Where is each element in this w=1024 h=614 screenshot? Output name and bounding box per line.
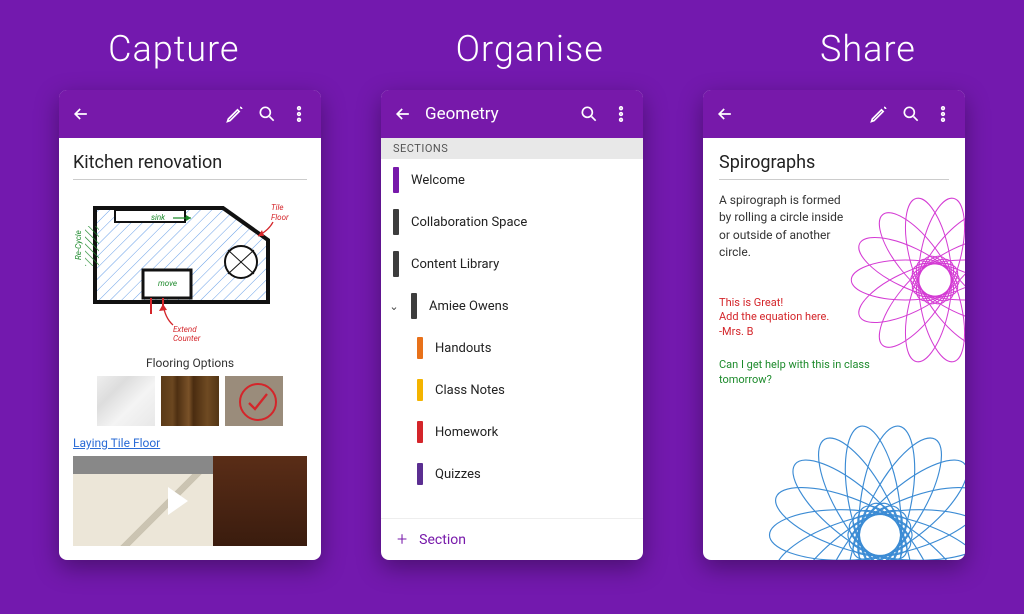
section-label: Amiee Owens xyxy=(429,299,509,314)
note-body[interactable]: Spirographs A spirograph is formed by ro… xyxy=(703,138,965,560)
chevron-down-icon: ⌄ xyxy=(389,300,399,313)
subsection-item-class-notes[interactable]: Class Notes xyxy=(381,369,643,411)
appbar: Geometry xyxy=(381,90,643,138)
section-color-swatch xyxy=(393,167,399,193)
section-label: Handouts xyxy=(435,341,491,356)
anno-sink: sink xyxy=(151,213,166,222)
thumb-tile[interactable] xyxy=(225,376,283,426)
appbar xyxy=(703,90,965,138)
anno-move: move xyxy=(158,279,177,288)
pen-icon[interactable] xyxy=(869,104,889,124)
video-thumbnail[interactable] xyxy=(73,456,307,546)
back-icon[interactable] xyxy=(71,104,91,124)
section-label: Quizzes xyxy=(435,467,481,482)
section-color-swatch xyxy=(393,209,399,235)
section-item-content-library[interactable]: Content Library xyxy=(381,243,643,285)
section-color-swatch xyxy=(417,421,423,443)
thumb-wood[interactable] xyxy=(161,376,219,426)
flooring-header: Flooring Options xyxy=(73,356,307,370)
back-icon[interactable] xyxy=(393,104,413,124)
heading-capture: Capture xyxy=(108,28,239,70)
spirograph-pink xyxy=(835,180,965,380)
subsection-item-handouts[interactable]: Handouts xyxy=(381,327,643,369)
sections-header: SECTIONS xyxy=(381,138,643,159)
pen-icon[interactable] xyxy=(225,104,245,124)
note-title: Kitchen renovation xyxy=(73,152,307,180)
section-item-welcome[interactable]: Welcome xyxy=(381,159,643,201)
add-section-label: Section xyxy=(419,532,466,548)
section-item-amiee[interactable]: ⌄ Amiee Owens xyxy=(381,285,643,327)
search-icon[interactable] xyxy=(257,104,277,124)
anno-extend-2: Counter xyxy=(173,334,201,343)
anno-tile-1: Tile xyxy=(271,203,284,212)
section-label: Content Library xyxy=(411,257,499,272)
feature-headings: Capture Organise Share xyxy=(0,0,1024,90)
section-label: Class Notes xyxy=(435,383,505,398)
section-color-swatch xyxy=(411,293,417,319)
add-section-button[interactable]: + Section xyxy=(381,518,643,560)
subsection-item-quizzes[interactable]: Quizzes xyxy=(381,453,643,495)
note-text: A spirograph is formed by rolling a circ… xyxy=(719,192,846,262)
section-color-swatch xyxy=(417,463,423,485)
phone-capture: Kitchen renovation xyxy=(59,90,321,560)
section-color-swatch xyxy=(393,251,399,277)
heading-organise: Organise xyxy=(456,28,604,70)
anno-recycle: Re-Cycle xyxy=(74,230,83,260)
notebook-title: Geometry xyxy=(425,104,567,124)
anno-extend-1: Extend xyxy=(173,325,197,334)
plus-icon: + xyxy=(397,529,407,550)
note-title: Spirographs xyxy=(719,152,949,180)
thumb-marble[interactable] xyxy=(97,376,155,426)
overflow-icon[interactable] xyxy=(611,104,631,124)
section-item-collab[interactable]: Collaboration Space xyxy=(381,201,643,243)
back-icon[interactable] xyxy=(715,104,735,124)
subsection-item-homework[interactable]: Homework xyxy=(381,411,643,453)
section-list: Welcome Collaboration Space Content Libr… xyxy=(381,159,643,518)
section-label: Homework xyxy=(435,425,498,440)
section-label: Collaboration Space xyxy=(411,215,527,230)
play-icon xyxy=(168,487,188,515)
section-color-swatch xyxy=(417,337,423,359)
floorplan-image: sink move Re-Cycle Tile Floor Extend xyxy=(73,190,307,348)
note-body[interactable]: Kitchen renovation xyxy=(59,138,321,560)
anno-tile-2: Floor xyxy=(271,213,289,222)
overflow-icon[interactable] xyxy=(933,104,953,124)
phone-organise: Geometry SECTIONS Welcome Collaboration … xyxy=(381,90,643,560)
phone-share: Spirographs A spirograph is formed by ro… xyxy=(703,90,965,560)
spirograph-blue xyxy=(765,420,965,560)
search-icon[interactable] xyxy=(579,104,599,124)
appbar xyxy=(59,90,321,138)
section-label: Welcome xyxy=(411,173,465,188)
link-laying-tile[interactable]: Laying Tile Floor xyxy=(73,436,160,450)
heading-share: Share xyxy=(820,28,916,70)
search-icon[interactable] xyxy=(901,104,921,124)
section-color-swatch xyxy=(417,379,423,401)
phone-row: Kitchen renovation xyxy=(0,90,1024,560)
flooring-thumbnails xyxy=(73,376,307,426)
overflow-icon[interactable] xyxy=(289,104,309,124)
